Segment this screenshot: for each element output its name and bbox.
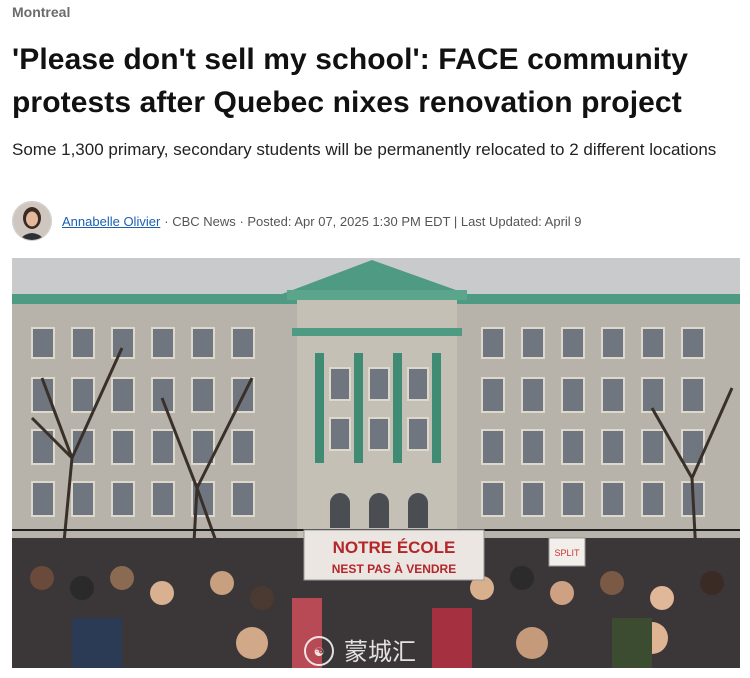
byline-separator: | bbox=[453, 213, 461, 229]
banner-line-2: NEST PAS À VENDRE bbox=[332, 561, 456, 576]
byline: Annabelle Olivier · CBC News · Posted: A… bbox=[12, 201, 742, 241]
watermark-text: 蒙城汇 bbox=[344, 638, 416, 666]
headline-line-2: protests after Quebec nixes renovation p… bbox=[12, 86, 682, 119]
byline-source: CBC News bbox=[172, 213, 236, 229]
section-label[interactable]: Montreal bbox=[12, 4, 70, 20]
author-link[interactable]: Annabelle Olivier bbox=[62, 214, 160, 229]
hero-photo-illustration: NOTRE ÉCOLE NEST PAS À VENDRE SPLIT ☯ 蒙城… bbox=[12, 258, 740, 668]
small-sign-text: SPLIT bbox=[554, 548, 580, 558]
byline-posted: Posted: Apr 07, 2025 1:30 PM EDT bbox=[247, 213, 451, 229]
svg-text:☯: ☯ bbox=[314, 645, 325, 659]
dek-subtitle: Some 1,300 primary, secondary students w… bbox=[12, 140, 717, 159]
byline-updated: Last Updated: April 9 bbox=[460, 213, 582, 229]
headline: 'Please don't sell my school': FACE comm… bbox=[12, 38, 742, 124]
hero-photo[interactable]: NOTRE ÉCOLE NEST PAS À VENDRE SPLIT ☯ 蒙城… bbox=[12, 258, 740, 668]
banner-line-1: NOTRE ÉCOLE bbox=[333, 538, 456, 557]
byline-meta: · CBC News · Posted: Apr 07, 2025 1:30 P… bbox=[164, 214, 581, 229]
headline-line-1: 'Please don't sell my school': FACE comm… bbox=[12, 43, 689, 76]
author-avatar[interactable] bbox=[12, 201, 52, 241]
